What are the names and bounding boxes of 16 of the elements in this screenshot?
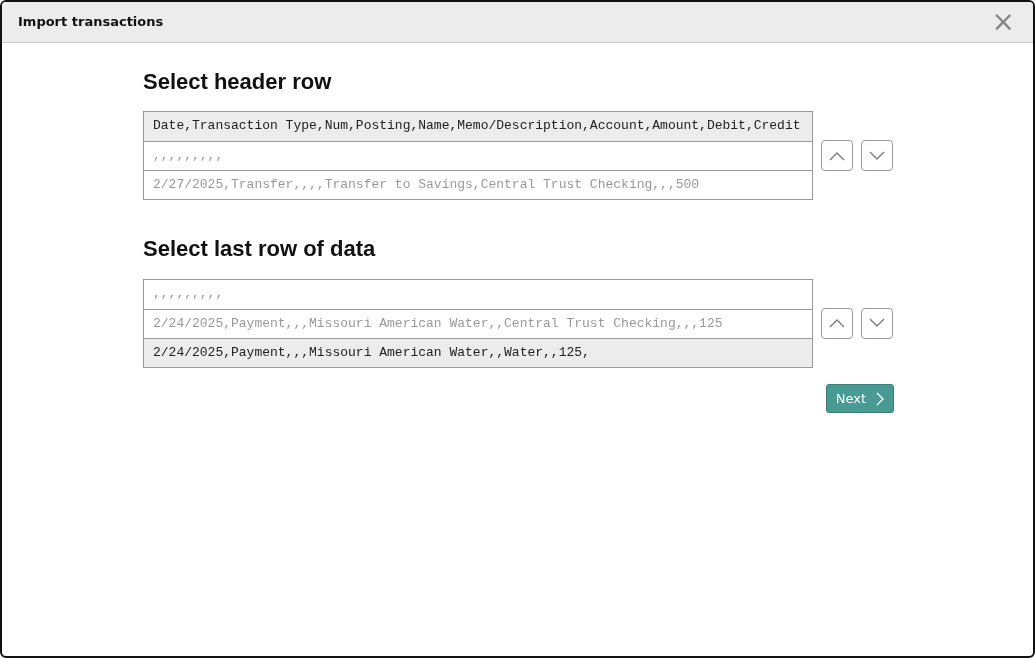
- section-heading: Select header row: [143, 69, 333, 96]
- next-button[interactable]: Next: [825, 383, 894, 414]
- move-up-button[interactable]: [821, 307, 853, 339]
- dialog-title: Import transactions: [18, 13, 164, 32]
- section-heading: Select last row of data: [143, 236, 377, 263]
- chevron-down-icon: [869, 318, 885, 329]
- chevron-up-icon: [829, 150, 845, 161]
- move-up-button[interactable]: [821, 140, 853, 172]
- chevron-down-icon: [869, 150, 885, 161]
- data-row[interactable]: 2/24/2025,Payment,,,Missouri American Water,,Water,,125,: [144, 337, 812, 367]
- chevron-right-icon: [876, 391, 884, 406]
- chevron-up-icon: [829, 318, 845, 329]
- data-row[interactable]: Date,Transaction Type,Num,Posting,Name,Memo/Description,Account,Amount,Debit,Credit: [144, 112, 812, 142]
- move-down-button[interactable]: [861, 307, 893, 339]
- move-down-button[interactable]: [861, 140, 893, 172]
- close-button[interactable]: ×: [987, 8, 1019, 36]
